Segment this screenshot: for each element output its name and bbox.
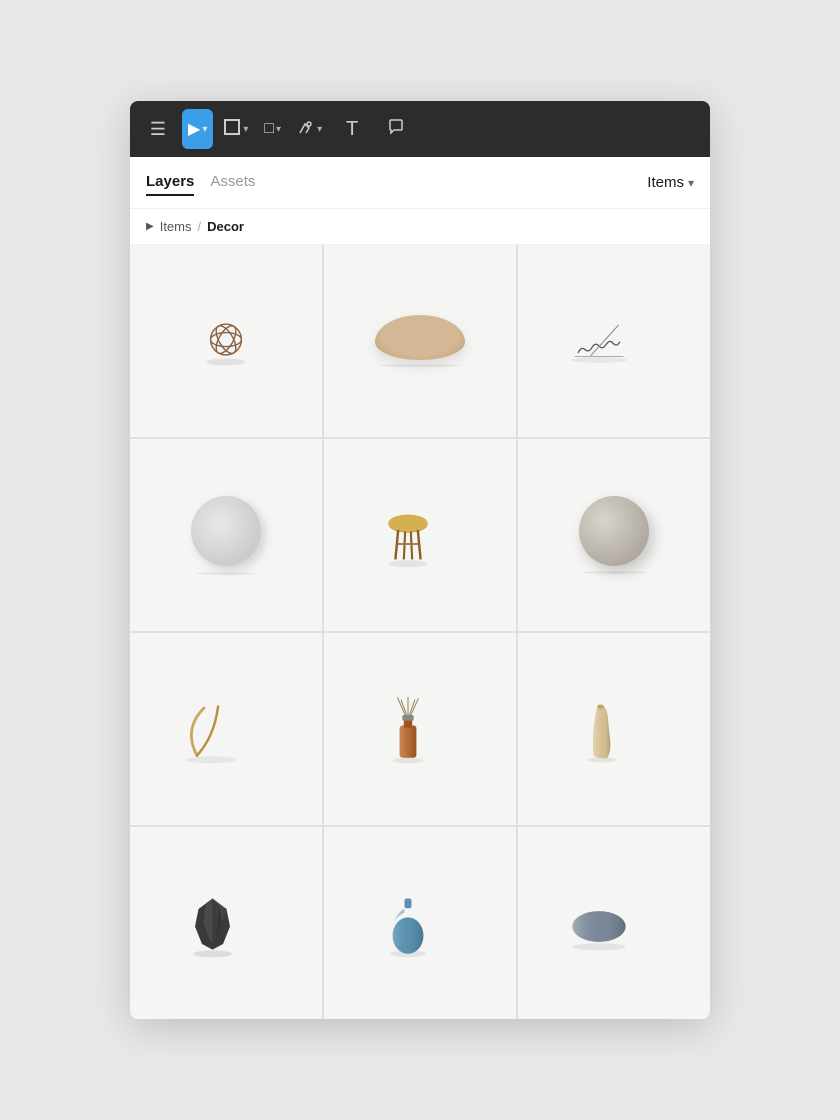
grid-item-vase-tall[interactable] — [518, 633, 710, 825]
grid-item-incense[interactable] — [518, 245, 710, 437]
grid-item-cushion[interactable] — [324, 245, 516, 437]
items-grid — [130, 245, 710, 1019]
grid-item-sphere[interactable] — [518, 439, 710, 631]
grid-item-orb[interactable] — [130, 245, 322, 437]
grid-item-vase-oval[interactable] — [518, 827, 710, 1019]
grid-item-disk[interactable] — [130, 439, 322, 631]
grid-item-vase-blue[interactable] — [324, 827, 516, 1019]
text-tool-button[interactable]: T — [332, 109, 372, 149]
panel-tabs: Layers Assets — [146, 169, 255, 196]
pen-icon — [297, 118, 315, 141]
rect-chevron: ▾ — [276, 124, 281, 135]
comment-icon — [386, 117, 406, 142]
panel-header: Layers Assets Items ▾ — [130, 157, 710, 209]
tab-assets[interactable]: Assets — [210, 169, 255, 196]
tab-layers[interactable]: Layers — [146, 169, 194, 196]
items-chevron-icon: ▾ — [688, 176, 694, 190]
stick-visual — [176, 694, 276, 764]
pen-chevron: ▾ — [317, 124, 322, 135]
stool-visual — [380, 502, 460, 569]
breadcrumb: ▶ Items / Decor — [130, 209, 710, 245]
menu-button[interactable]: ☰ — [138, 109, 178, 149]
menu-icon: ☰ — [150, 119, 166, 140]
breadcrumb-separator: / — [198, 219, 202, 234]
rect-tool-button[interactable]: □ ▾ — [258, 109, 287, 149]
select-chevron: ▾ — [202, 124, 207, 135]
select-icon: ▶ — [188, 119, 200, 139]
grid-item-diffuser[interactable] — [324, 633, 516, 825]
items-dropdown[interactable]: Items ▾ — [647, 174, 694, 191]
breadcrumb-current: Decor — [207, 219, 244, 234]
select-tool-button[interactable]: ▶ ▾ — [182, 109, 213, 149]
pen-tool-button[interactable]: ▾ — [291, 109, 328, 149]
grid-item-stick[interactable] — [130, 633, 322, 825]
disk-visual — [130, 439, 322, 631]
vase-tall-visual — [574, 694, 654, 764]
grid-item-stool[interactable] — [324, 439, 516, 631]
orb-visual — [186, 301, 266, 381]
cushion-visual — [324, 245, 516, 437]
vase-blue-visual — [380, 888, 460, 958]
diffuser-visual — [380, 694, 460, 764]
breadcrumb-parent[interactable]: Items — [160, 219, 192, 234]
frame-tool-button[interactable]: ▾ — [217, 109, 254, 149]
rect-icon: □ — [264, 120, 274, 138]
panel-content — [130, 245, 710, 1019]
toolbar: ☰ ▶ ▾ ▾ □ ▾ ▾ — [130, 101, 710, 157]
frame-chevron: ▾ — [243, 124, 248, 135]
frame-icon — [223, 118, 241, 141]
text-icon: T — [346, 118, 358, 141]
items-label: Items — [647, 174, 684, 191]
breadcrumb-expand-icon[interactable]: ▶ — [146, 221, 154, 232]
sphere-visual — [518, 439, 710, 631]
comment-tool-button[interactable] — [376, 109, 416, 149]
grid-item-vase-dark[interactable] — [130, 827, 322, 1019]
app-window: ☰ ▶ ▾ ▾ □ ▾ ▾ — [130, 101, 710, 1019]
incense-visual — [564, 318, 664, 364]
vase-oval-visual — [564, 895, 664, 951]
vase-dark-visual — [181, 888, 271, 958]
